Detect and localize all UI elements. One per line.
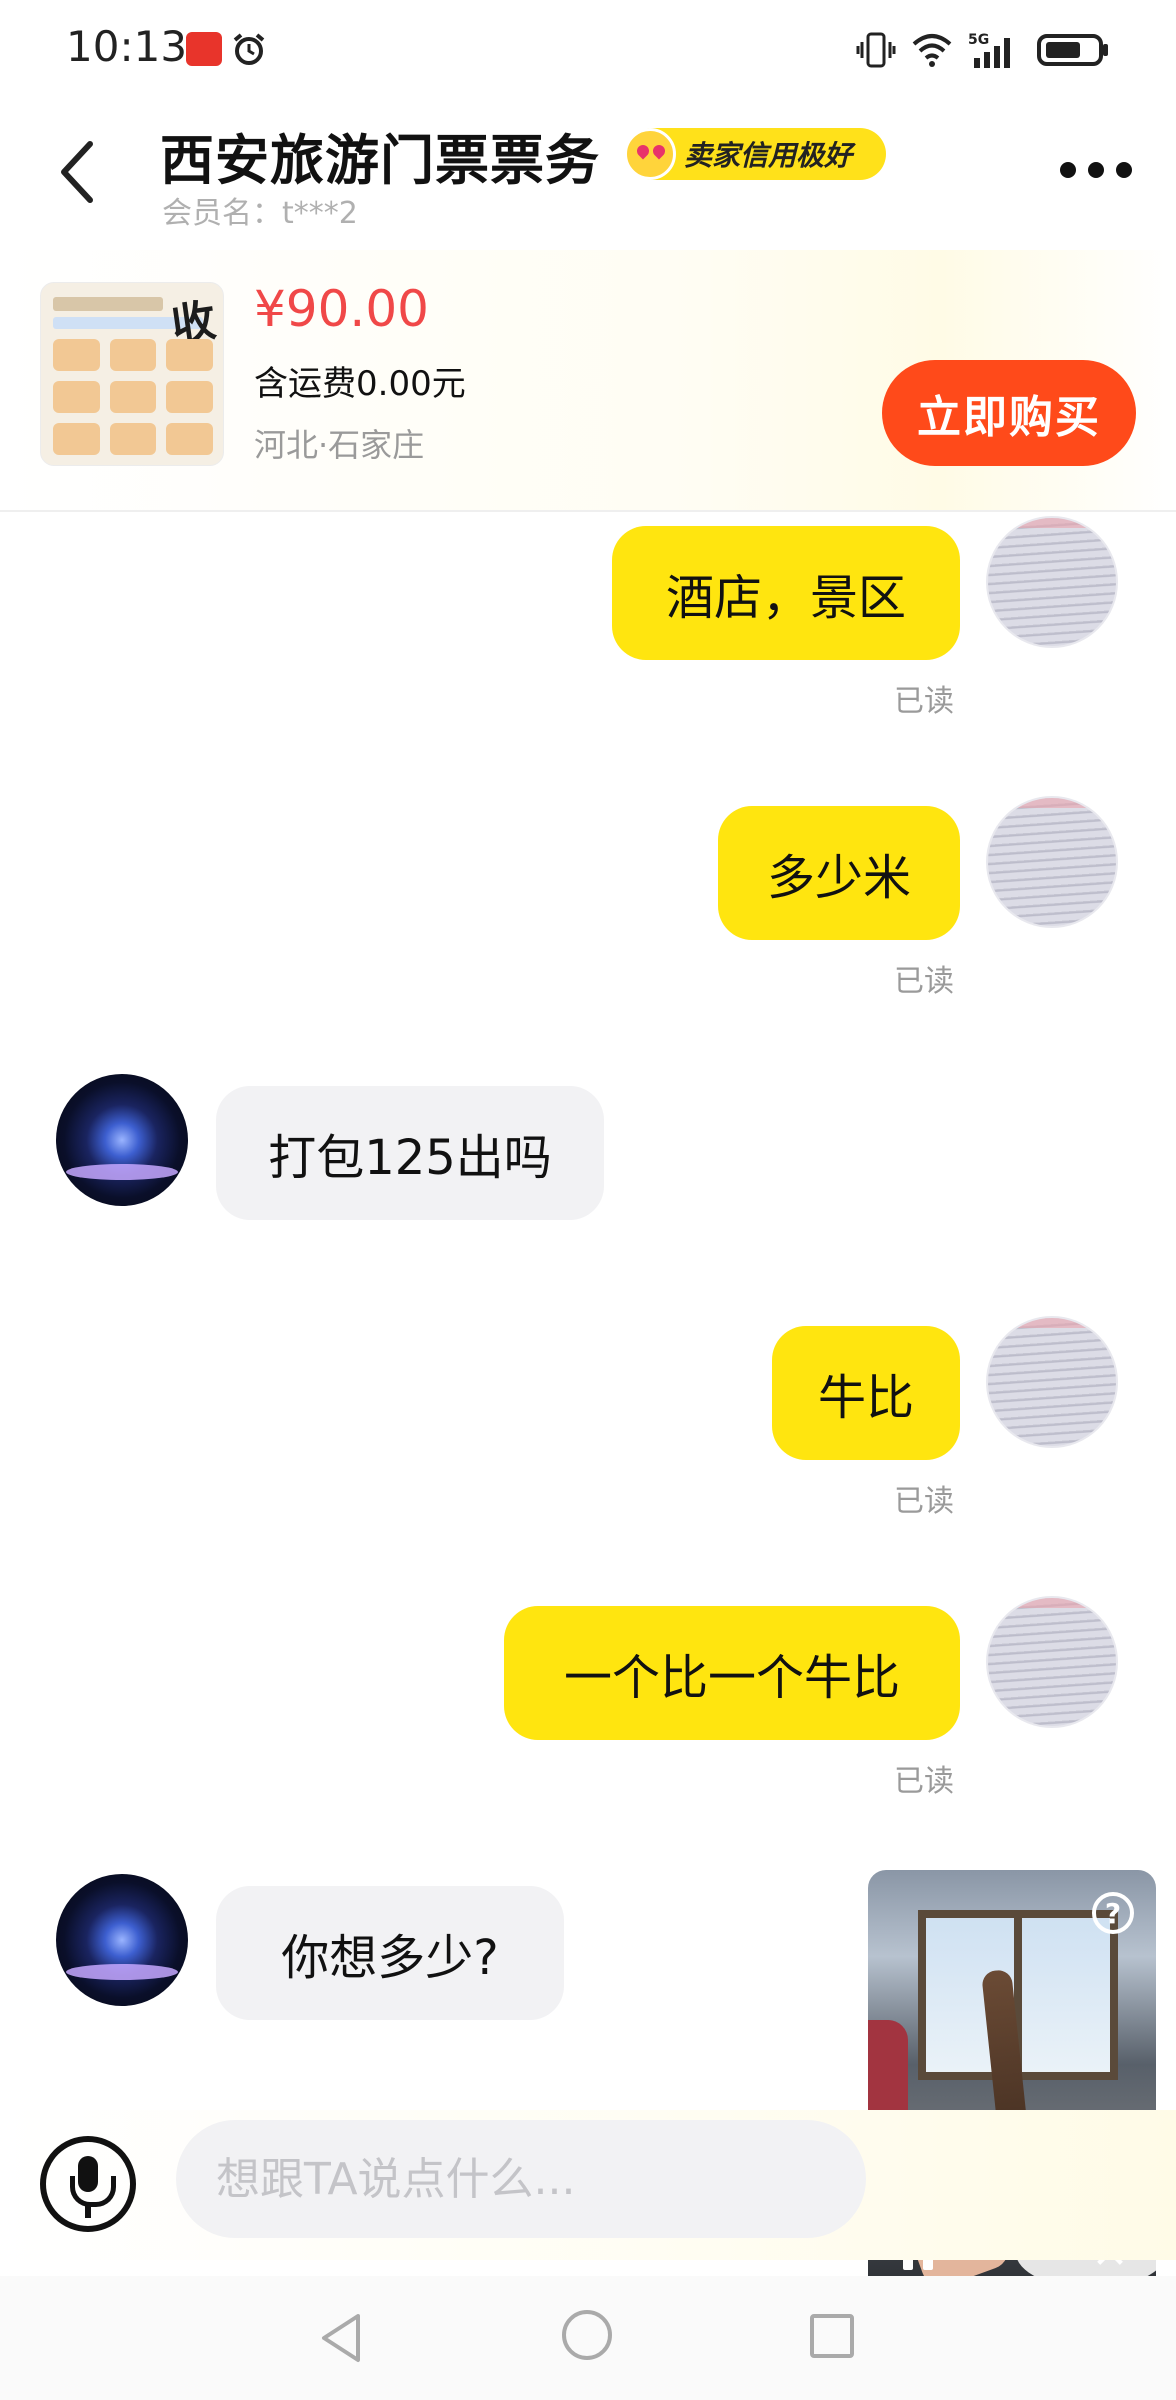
read-status: 已读 [894, 1764, 954, 1799]
seller-avatar[interactable] [56, 1074, 188, 1206]
heart-eyes-icon [624, 128, 676, 180]
dot-icon [1060, 162, 1076, 178]
seller-name[interactable]: 西安旅游门票票务 [160, 116, 600, 195]
message-bubble-mine[interactable]: 酒店，景区 [612, 526, 960, 660]
chat-header: 西安旅游门票票务 卖家信用极好 会员名：t***2 [0, 96, 1176, 246]
thumbnail-banner [53, 297, 163, 311]
chat-input-bar [0, 2110, 1176, 2260]
5g-signal-icon: 5G [968, 32, 1010, 68]
product-thumbnail[interactable]: 收 [40, 282, 224, 466]
message-bubble-mine[interactable]: 牛比 [772, 1326, 960, 1460]
wifi-icon [912, 34, 952, 67]
mic-stem-icon [85, 2204, 91, 2218]
dot-icon [1116, 162, 1132, 178]
my-avatar[interactable] [986, 1316, 1118, 1448]
my-avatar[interactable] [986, 796, 1118, 928]
nav-home-icon[interactable] [562, 2310, 612, 2360]
read-status: 已读 [894, 684, 954, 719]
battery-icon [1037, 34, 1108, 66]
credit-badge-label: 卖家信用极好 [684, 139, 853, 172]
message-bubble-theirs[interactable]: 你想多少? [216, 1886, 564, 2020]
message-input[interactable] [176, 2120, 866, 2238]
dot-icon [1088, 162, 1104, 178]
my-avatar[interactable] [986, 516, 1118, 648]
product-location: 河北·石家庄 [254, 426, 425, 464]
seller-avatar[interactable] [56, 1874, 188, 2006]
app-notification-icon [186, 32, 222, 66]
back-button[interactable] [44, 132, 114, 212]
read-status: 已读 [894, 964, 954, 999]
product-shipping: 含运费0.00元 [254, 364, 466, 404]
nav-recents-icon[interactable] [810, 2314, 854, 2358]
member-name: 会员名：t***2 [162, 196, 358, 231]
help-icon[interactable]: ? [1092, 1892, 1134, 1934]
buy-now-button[interactable]: 立即购买 [882, 360, 1136, 466]
nav-back-icon[interactable] [318, 2312, 364, 2364]
thumbnail-grid [53, 339, 213, 455]
system-nav-bar [0, 2276, 1176, 2400]
message-bubble-mine[interactable]: 一个比一个牛比 [504, 1606, 960, 1740]
message-bubble-mine[interactable]: 多少米 [718, 806, 960, 940]
status-bar: 10:13 5G [0, 0, 1176, 96]
more-options-button[interactable] [1060, 160, 1132, 180]
product-card[interactable]: 收 ¥90.00 含运费0.00元 河北·石家庄 立即购买 [0, 250, 1176, 512]
my-avatar[interactable] [986, 1596, 1118, 1728]
message-bubble-theirs[interactable]: 打包125出吗 [216, 1086, 604, 1220]
status-icons: 5G [856, 28, 1110, 72]
product-price: ¥90.00 [254, 280, 429, 338]
status-time: 10:13 [66, 22, 188, 71]
svg-text:5G: 5G [968, 32, 989, 48]
read-status: 已读 [894, 1484, 954, 1519]
credit-badge[interactable]: 卖家信用极好 [624, 128, 886, 180]
vibrate-icon [856, 32, 896, 68]
alarm-icon [233, 33, 265, 65]
